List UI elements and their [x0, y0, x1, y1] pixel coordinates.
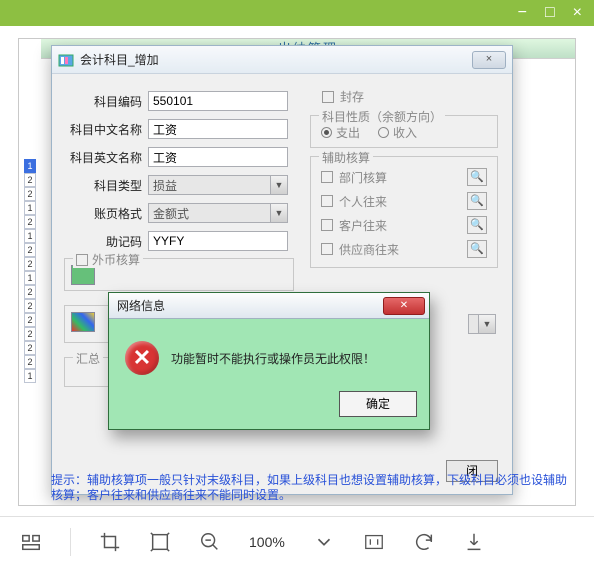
page-value: 金额式	[153, 205, 189, 222]
code-label: 科目编码	[64, 93, 148, 110]
rail-cell: 1	[24, 229, 36, 243]
hint-text: 提示：辅助核算项一般只针对末级科目，如果上级科目也想设置辅助核算，下级科目必须也…	[51, 473, 567, 503]
rail-cell: 1	[24, 369, 36, 383]
close-icon[interactable]: ×	[573, 4, 582, 22]
cn-label: 科目中文名称	[64, 121, 148, 138]
aux-customer-checkbox[interactable]: 客户往来	[321, 217, 387, 234]
rail-cell: 2	[24, 327, 36, 341]
min-icon[interactable]: −	[518, 4, 527, 22]
nature-in-radio[interactable]: 收入	[378, 124, 417, 141]
palette-icon	[71, 312, 95, 332]
dialog-title: 网络信息	[117, 297, 383, 314]
foreign-currency-group: 外币核算	[64, 258, 294, 291]
viewer-toolbar: 100%	[0, 516, 594, 566]
error-icon: ✕	[125, 341, 159, 375]
dialog-titlebar: 网络信息 ✕	[109, 293, 429, 319]
seal-checkbox[interactable]: 封存	[310, 88, 498, 105]
small-select[interactable]: ▼	[468, 314, 496, 334]
window-title: 会计科目_增加	[80, 51, 466, 68]
currency-icon	[71, 265, 95, 285]
search-icon[interactable]: 🔍	[467, 192, 487, 210]
app-icon	[58, 52, 74, 68]
nature-group: 科目性质（余额方向） 支出 收入	[310, 115, 498, 148]
rail-cell: 2	[24, 313, 36, 327]
nature-title: 科目性质（余额方向）	[319, 108, 445, 125]
zoom-level: 100%	[249, 534, 285, 550]
radio-icon	[378, 127, 389, 138]
aux-person-checkbox[interactable]: 个人往来	[321, 193, 387, 210]
separator	[70, 528, 71, 556]
type-select[interactable]: 损益 ▼	[148, 175, 288, 195]
document-viewport: 出纳管理 1 2 2 1 2 1 2 2 1 2 2 2 2 2 2 1 会计科…	[18, 38, 576, 506]
rail-cell: 2	[24, 341, 36, 355]
page-label: 账页格式	[64, 205, 148, 222]
en-input[interactable]	[148, 147, 288, 167]
type-value: 损益	[153, 177, 177, 194]
checkbox-icon	[322, 91, 334, 103]
hz-label: 汇总	[73, 350, 103, 367]
zoom-out-icon[interactable]	[199, 531, 221, 553]
rail-cell: 2	[24, 243, 36, 257]
cn-input[interactable]	[148, 119, 288, 139]
chevron-down-icon: ▼	[270, 176, 287, 194]
thumbnails-icon[interactable]	[20, 531, 42, 553]
aux-dept-checkbox[interactable]: 部门核算	[321, 169, 387, 186]
download-icon[interactable]	[463, 531, 485, 553]
search-icon[interactable]: 🔍	[467, 168, 487, 186]
rail-cell: 2	[24, 299, 36, 313]
dialog-close-button[interactable]: ✕	[383, 297, 425, 315]
crop-icon[interactable]	[99, 531, 121, 553]
app-titlebar: − □ ×	[0, 0, 594, 26]
search-icon[interactable]: 🔍	[467, 240, 487, 258]
code-input[interactable]	[148, 91, 288, 111]
frame-icon[interactable]	[149, 531, 171, 553]
radio-icon	[321, 127, 332, 138]
type-label: 科目类型	[64, 177, 148, 194]
chevron-down-icon[interactable]	[313, 531, 335, 553]
rail-cell: 1	[24, 201, 36, 215]
rail-cell: 2	[24, 285, 36, 299]
rail-cell: 1	[24, 271, 36, 285]
window-close-button[interactable]: ×	[472, 51, 506, 69]
nature-out-radio[interactable]: 支出	[321, 124, 360, 141]
en-label: 科目英文名称	[64, 149, 148, 166]
mnemo-label: 助记码	[64, 233, 148, 250]
one-to-one-icon[interactable]	[363, 531, 385, 553]
aux-group: 辅助核算 部门核算🔍 个人往来🔍 客户往来🔍 供应商往来🔍	[310, 156, 498, 268]
fc-checkbox-label[interactable]: 外币核算	[73, 251, 143, 268]
rail-cell: 2	[24, 355, 36, 369]
rail-cell: 2	[24, 257, 36, 271]
rail-cell: 2	[24, 187, 36, 201]
chevron-down-icon: ▼	[478, 315, 495, 333]
rail-cell: 1	[24, 159, 36, 173]
rotate-icon[interactable]	[413, 531, 435, 553]
side-rail: 1 2 2 1 2 1 2 2 1 2 2 2 2 2 2 1	[19, 39, 41, 505]
error-dialog: 网络信息 ✕ ✕ 功能暂时不能执行或操作员无此权限！ 确定	[108, 292, 430, 430]
max-icon[interactable]: □	[545, 4, 555, 22]
mnemo-input[interactable]	[148, 231, 288, 251]
chevron-down-icon: ▼	[270, 204, 287, 222]
window-titlebar: 会计科目_增加 ×	[52, 46, 512, 74]
seal-label: 封存	[340, 88, 364, 105]
rail-cell: 2	[24, 173, 36, 187]
search-icon[interactable]: 🔍	[467, 216, 487, 234]
aux-title: 辅助核算	[319, 149, 373, 166]
ok-button[interactable]: 确定	[339, 391, 417, 417]
page-select[interactable]: 金额式 ▼	[148, 203, 288, 223]
aux-supplier-checkbox[interactable]: 供应商往来	[321, 241, 399, 258]
rail-cell: 2	[24, 215, 36, 229]
dialog-message: 功能暂时不能执行或操作员无此权限！	[171, 350, 375, 367]
